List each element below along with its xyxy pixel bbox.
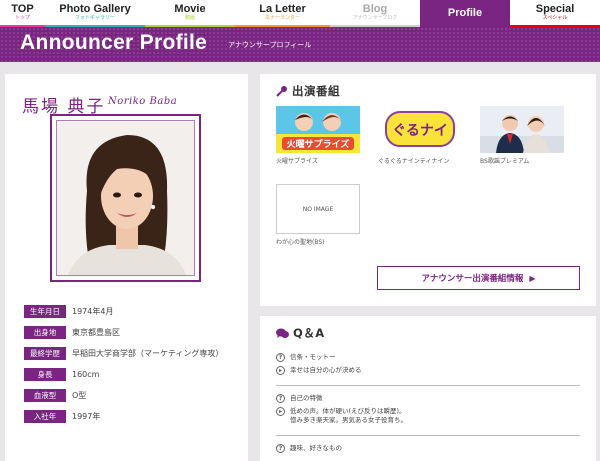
info-label: 身長	[24, 368, 66, 381]
qa-question: 自己の特徴	[290, 394, 323, 402]
page-subtitle: アナウンサープロフィール	[228, 41, 312, 49]
nav-tab-label: Blog	[362, 3, 388, 15]
info-value: 1974年4月	[72, 307, 114, 316]
qa-answer-row: ▸ 低めの声。体が硬い(えび反りは瞬歴)。 惚み多き楽天家。男気ある女子役育ち。	[276, 407, 580, 425]
nav-tab-movie[interactable]: Movie 動画	[145, 0, 235, 27]
top-nav: TOP トップ Photo Gallery フォトギャラリー Movie 動画 La Let…	[0, 0, 600, 27]
info-row: 身長 160cm	[24, 368, 239, 381]
qa-question-row: ? 趣味、好きなもの	[276, 444, 580, 453]
programs-title: 出演番組	[292, 84, 340, 98]
nav-tab-sublabel: トップ	[14, 15, 30, 21]
nav-tab-sublabel: フォトギャラリー	[74, 15, 115, 21]
nav-tab-label: La Letter	[259, 3, 306, 15]
program-thumbnail[interactable]	[480, 106, 564, 153]
program-thumb-text: 火曜サプライズ	[287, 138, 350, 150]
info-label: 血液型	[24, 389, 66, 402]
nav-tab-photo-gallery[interactable]: Photo Gallery フォトギャラリー	[45, 0, 145, 27]
nav-tab-label: Photo Gallery	[59, 3, 131, 15]
nav-tab-sublabel: 瓜ナーランター	[264, 15, 300, 21]
qa-item: ? 信条・モットー ▸ 幸せは自分の心が決める	[276, 351, 580, 386]
qa-question-row: ? 自己の特徴	[276, 394, 580, 403]
announcer-programs-button[interactable]: アナウンサー出演番組情報 ▶	[377, 266, 580, 290]
nav-tab-label: Movie	[174, 3, 206, 15]
program-thumbnail[interactable]: ぐるナイ	[378, 106, 462, 153]
info-label: 生年月日	[24, 305, 66, 318]
info-value: 1997年	[72, 412, 101, 421]
page-header-band: Announcer Profile アナウンサープロフィール	[0, 27, 600, 62]
qa-question-row: ? 信条・モットー	[276, 353, 580, 362]
profile-panel: 馬場 典子 Noriko Baba 生年月日 1974年4月 出身地 東京都豊島…	[5, 74, 248, 461]
info-value: 早稲田大学商学部（マーケティング専攻）	[72, 349, 224, 358]
speech-bubble-icon	[276, 328, 289, 338]
nav-tab-sublabel: 動画	[184, 15, 195, 21]
program-caption[interactable]: BS歌謡プレミアム	[480, 156, 564, 165]
question-icon: ?	[276, 353, 285, 362]
program-caption[interactable]: わが心の聖地(BS)	[276, 237, 325, 246]
qa-list: ? 信条・モットー ▸ 幸せは自分の心が決める? 自己の特徴 ▸ 低めの声。体が硬い(えび反…	[276, 351, 580, 461]
info-row: 生年月日 1974年4月	[24, 305, 239, 318]
nav-tab-profile[interactable]: Profile	[420, 0, 510, 27]
page-title: Announcer Profile	[20, 31, 208, 54]
info-row: 最終学歴 早稲田大学商学部（マーケティング専攻）	[24, 347, 239, 360]
program-thumb-text: ぐるナイ	[392, 123, 448, 139]
info-row: 入社年 1997年	[24, 410, 239, 423]
info-label: 入社年	[24, 410, 66, 423]
qa-item: ? 自己の特徴 ▸ 低めの声。体が硬い(えび反りは瞬歴)。 惚み多き楽天家。男気ある女…	[276, 392, 580, 436]
info-value: 東京都豊島区	[72, 328, 120, 337]
nav-tab-label: TOP	[11, 3, 34, 15]
qa-question: 趣味、好きなもの	[290, 444, 342, 452]
nav-tab-label: Profile	[447, 6, 483, 19]
nav-tab-la-letter[interactable]: La Letter 瓜ナーランター	[235, 0, 330, 27]
portrait-photo	[56, 120, 195, 276]
qa-title: Q＆A	[293, 326, 325, 340]
info-label: 出身地	[24, 326, 66, 339]
nav-tab-top[interactable]: TOP トップ	[0, 0, 45, 27]
nav-tab-sublabel: アナウンサーブログ	[352, 15, 398, 21]
answer-icon: ▸	[276, 366, 285, 375]
qa-item: ? 趣味、好きなもの	[276, 442, 580, 461]
announcer-programs-button-label: アナウンサー出演番組情報	[421, 274, 524, 284]
info-value: 160cm	[72, 370, 100, 379]
question-icon: ?	[276, 394, 285, 403]
no-image-placeholder[interactable]: NO IMAGE	[276, 184, 360, 234]
portrait-frame	[50, 114, 201, 282]
qa-answer-row: ▸ 幸せは自分の心が決める	[276, 366, 580, 375]
programs-panel: 出演番組 火曜サプライズ 火曜サプライズ ぐるナイ ぐるぐるナインティナイン B…	[260, 74, 596, 306]
nav-tab-special[interactable]: Special スペシャル	[510, 0, 600, 27]
program-caption[interactable]: ぐるぐるナインティナイン	[378, 156, 462, 165]
qa-answer: 幸せは自分の心が決める	[290, 366, 362, 374]
programs-heading: 出演番組	[276, 83, 340, 99]
nav-tab-label: Special	[535, 3, 575, 15]
answer-icon: ▸	[276, 407, 285, 416]
qa-answer: 低めの声。体が硬い(えび反りは瞬歴)。 惚み多き楽天家。男気ある女子役育ち。	[290, 407, 407, 424]
info-row: 出身地 東京都豊島区	[24, 326, 239, 339]
nav-tab-sublabel: スペシャル	[542, 15, 568, 21]
nav-tab-blog[interactable]: Blog アナウンサーブログ	[330, 0, 420, 27]
qa-panel: Q＆A ? 信条・モットー ▸ 幸せは自分の心が決める? 自己の特徴 ▸ 低めの声。体が硬い…	[260, 316, 596, 461]
profile-info-list: 生年月日 1974年4月 出身地 東京都豊島区 最終学歴 早稲田大学商学部（マーケティング…	[24, 305, 239, 431]
qa-question: 信条・モットー	[290, 353, 336, 361]
microphone-icon	[276, 86, 287, 97]
info-row: 血液型 O型	[24, 389, 239, 402]
program-item[interactable]: 火曜サプライズ 火曜サプライズ	[276, 106, 360, 165]
program-thumbnail[interactable]: 火曜サプライズ	[276, 106, 360, 153]
program-item[interactable]: ぐるナイ ぐるぐるナインティナイン	[378, 106, 462, 165]
announcer-name-en: Noriko Baba	[108, 96, 178, 107]
program-item[interactable]: BS歌謡プレミアム	[480, 106, 564, 165]
arrow-right-icon: ▶	[529, 273, 536, 283]
info-label: 最終学歴	[24, 347, 66, 360]
qa-heading: Q＆A	[276, 325, 325, 341]
portrait-illustration	[57, 121, 194, 275]
question-icon: ?	[276, 444, 285, 453]
program-caption[interactable]: 火曜サプライズ	[276, 156, 360, 165]
info-value: O型	[72, 391, 87, 400]
